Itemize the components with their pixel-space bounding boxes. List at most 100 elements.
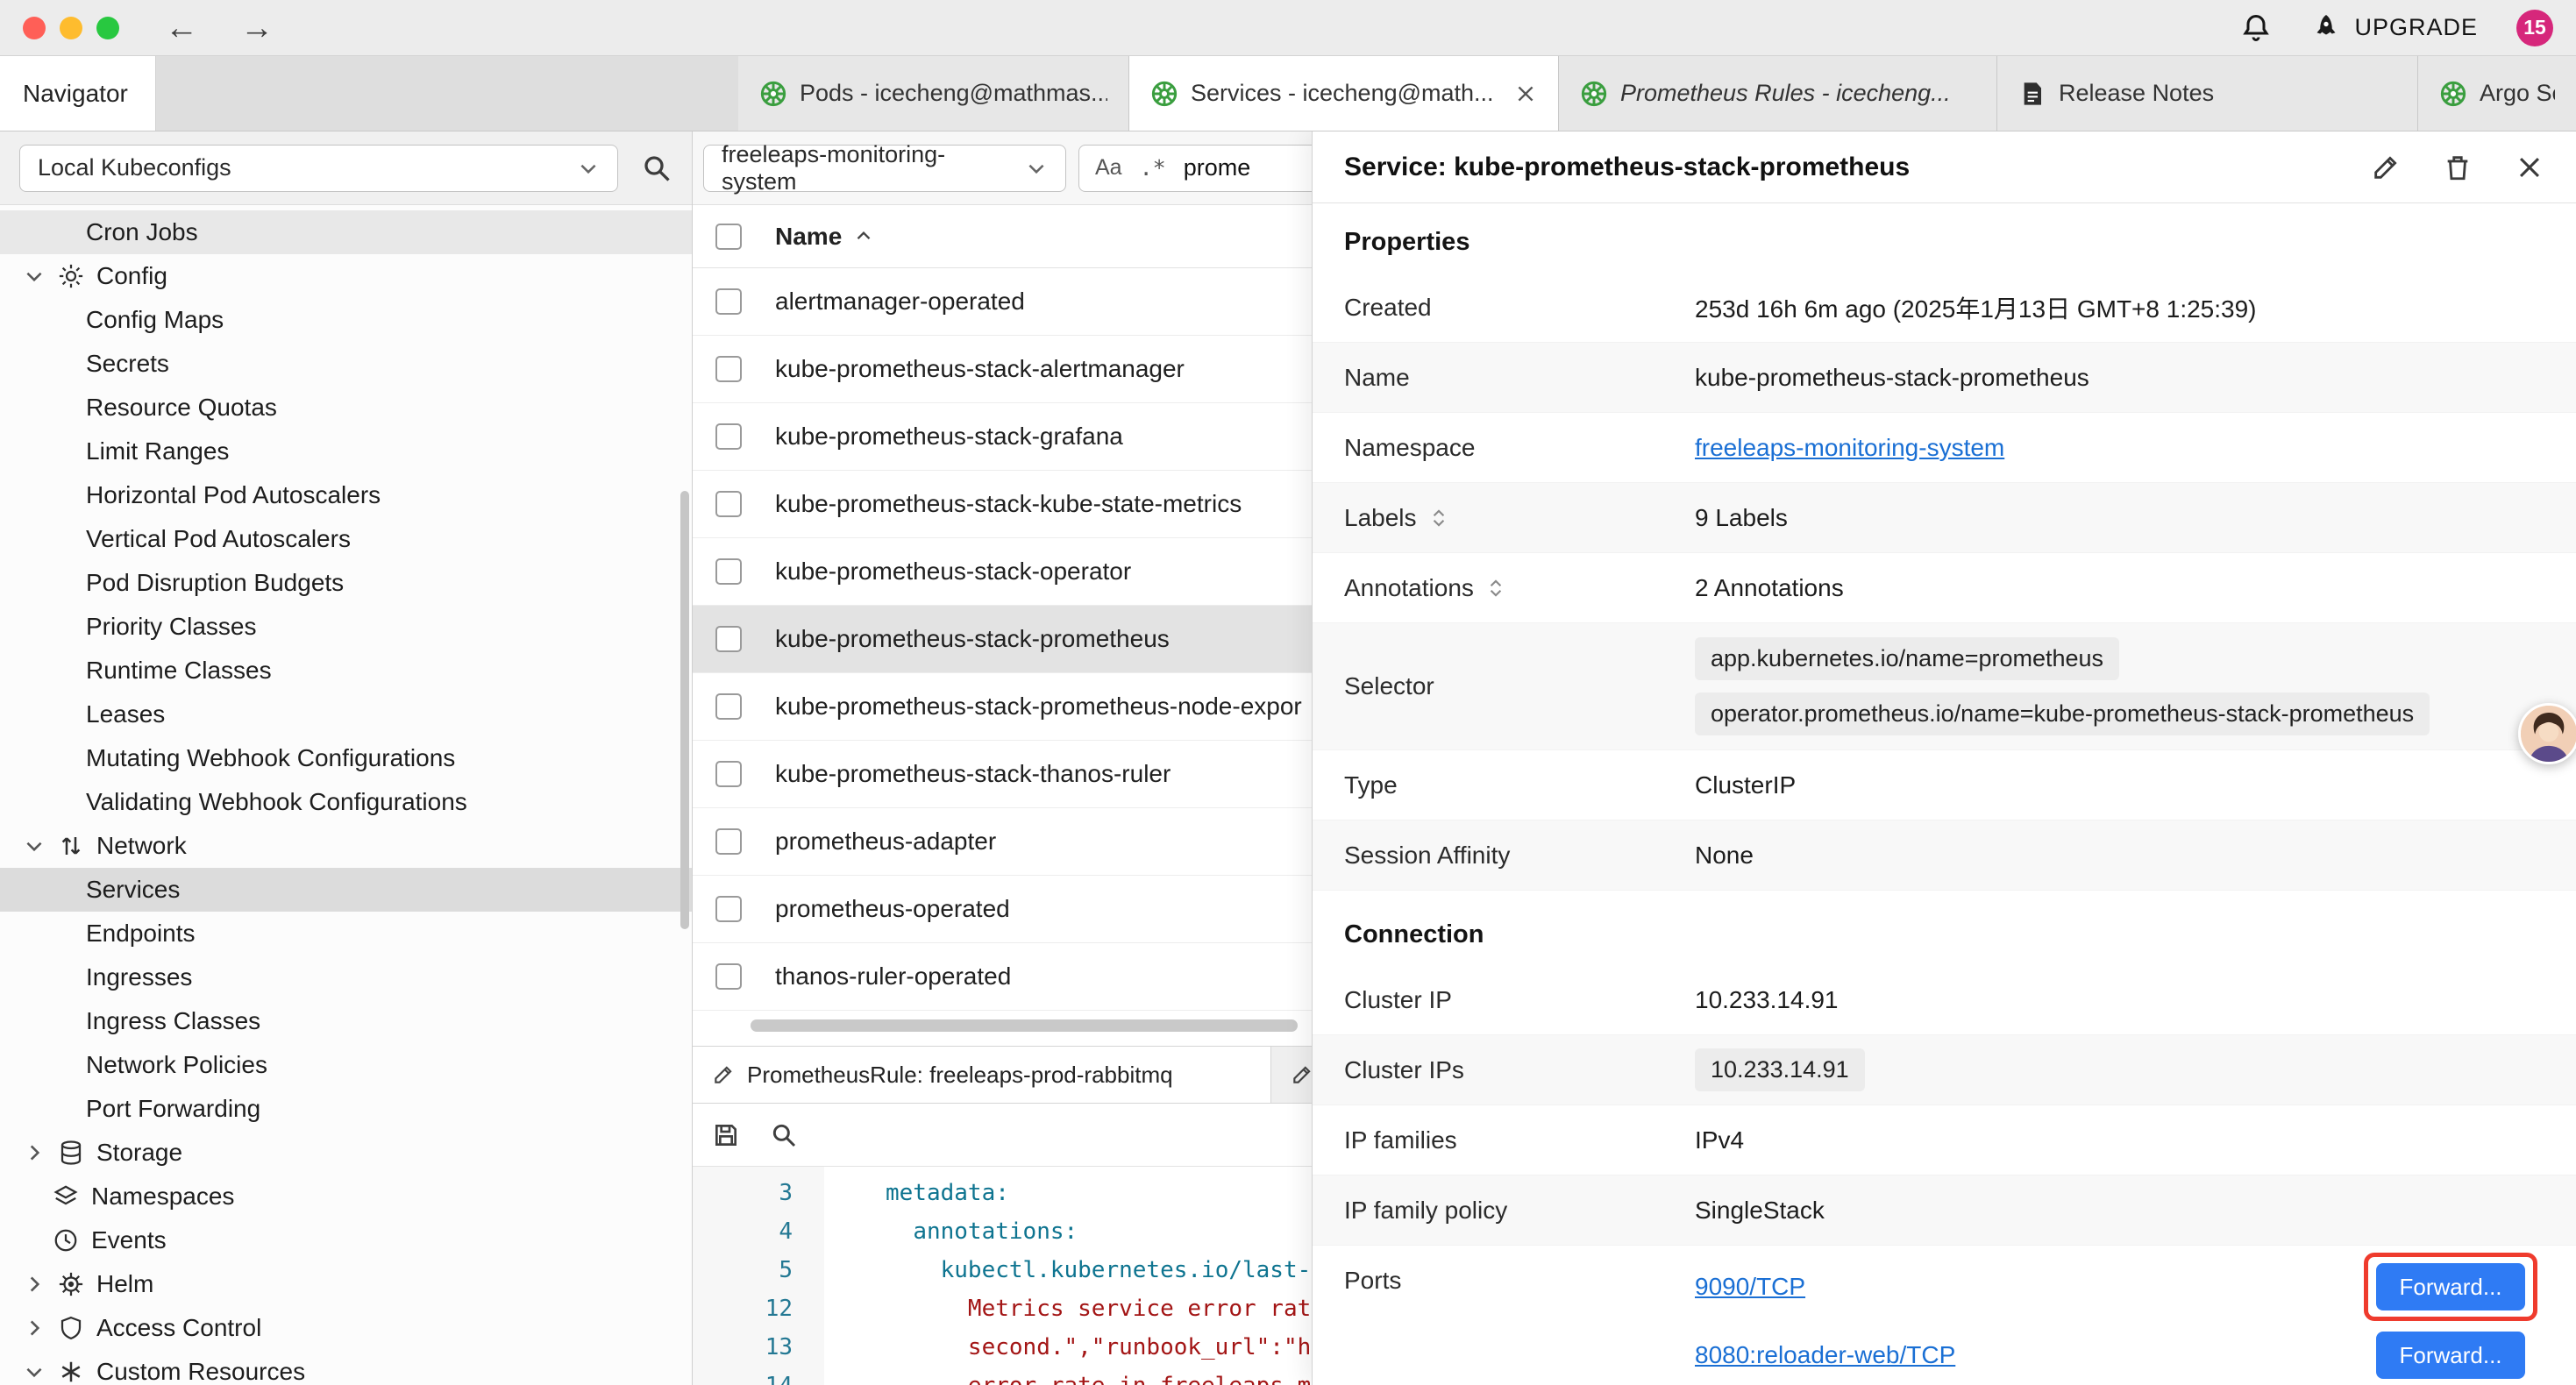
port-link[interactable]: 9090/TCP: [1695, 1273, 1805, 1301]
table-row-prometheus-operated[interactable]: prometheus-operated: [693, 876, 1312, 943]
tab-pods-icecheng-mathmas[interactable]: Pods - icecheng@mathmas...: [738, 56, 1129, 131]
chevron-right-icon[interactable]: [23, 1273, 46, 1296]
row-checkbox[interactable]: [715, 356, 742, 382]
sidebar-item-vertical-pod-autoscalers[interactable]: Vertical Pod Autoscalers: [0, 517, 692, 561]
row-checkbox[interactable]: [715, 828, 742, 855]
port-line: 9090/TCP Forward...: [1695, 1253, 2544, 1321]
port-link[interactable]: 8080:reloader-web/TCP: [1695, 1341, 1955, 1369]
sidebar-item-resource-quotas[interactable]: Resource Quotas: [0, 386, 692, 430]
editor-toolbar: [693, 1104, 1312, 1167]
forward-button[interactable]: Forward...: [2376, 1263, 2525, 1310]
search-input[interactable]: Aa .* prome: [1078, 145, 1312, 192]
sidebar-item-limit-ranges[interactable]: Limit Ranges: [0, 430, 692, 473]
sidebar-item-runtime-classes[interactable]: Runtime Classes: [0, 649, 692, 692]
row-checkbox[interactable]: [715, 558, 742, 585]
notifications-bell-icon[interactable]: [2240, 12, 2272, 44]
sidebar-item-events[interactable]: Events: [0, 1218, 692, 1262]
name-column-header[interactable]: Name: [775, 223, 842, 251]
row-checkbox[interactable]: [715, 423, 742, 450]
row-checkbox[interactable]: [715, 288, 742, 315]
table-row-kube-prometheus-stack-prometheus[interactable]: kube-prometheus-stack-prometheus: [693, 606, 1312, 673]
horizontal-scrollbar[interactable]: [700, 1019, 1305, 1032]
chevron-down-icon[interactable]: [23, 265, 46, 288]
row-checkbox[interactable]: [715, 963, 742, 990]
chevron-down-icon[interactable]: [23, 1360, 46, 1383]
namespace-selector[interactable]: freeleaps-monitoring-system: [703, 145, 1066, 192]
forward-button[interactable]: Forward...: [2376, 1332, 2525, 1379]
close-window-button[interactable]: [23, 17, 46, 39]
sidebar-item-leases[interactable]: Leases: [0, 692, 692, 736]
tab-services-icecheng-math[interactable]: Services - icecheng@math...: [1129, 56, 1559, 131]
table-row-prometheus-adapter[interactable]: prometheus-adapter: [693, 808, 1312, 876]
table-row-kube-prometheus-stack-grafana[interactable]: kube-prometheus-stack-grafana: [693, 403, 1312, 471]
match-case-toggle[interactable]: Aa: [1095, 155, 1122, 181]
sidebar-item-services[interactable]: Services: [0, 868, 692, 912]
sidebar-item-validating-webhook-configurations[interactable]: Validating Webhook Configurations: [0, 780, 692, 824]
chevron-right-icon[interactable]: [23, 1141, 46, 1164]
table-row-kube-prometheus-stack-alertmanager[interactable]: kube-prometheus-stack-alertmanager: [693, 336, 1312, 403]
editor-tab-prometheusrule[interactable]: PrometheusRule: freeleaps-prod-rabbitmq: [693, 1047, 1271, 1103]
sidebar-item-helm[interactable]: Helm: [0, 1262, 692, 1306]
sort-ascending-icon[interactable]: [852, 225, 875, 248]
sidebar-item-network[interactable]: Network: [0, 824, 692, 868]
upgrade-button[interactable]: UPGRADE: [2310, 12, 2478, 44]
sidebar-item-pod-disruption-budgets[interactable]: Pod Disruption Budgets: [0, 561, 692, 605]
sidebar-item-port-forwarding[interactable]: Port Forwarding: [0, 1087, 692, 1131]
tab-argo-se[interactable]: Argo Se: [2418, 56, 2576, 131]
sort-up-down-icon[interactable]: [1427, 507, 1450, 529]
edit-icon[interactable]: [2371, 153, 2401, 182]
editor-tab-partial[interactable]: [1271, 1047, 1312, 1103]
sidebar-item-endpoints[interactable]: Endpoints: [0, 912, 692, 955]
sidebar-item-config-maps[interactable]: Config Maps: [0, 298, 692, 342]
sidebar-item-ingresses[interactable]: Ingresses: [0, 955, 692, 999]
editor-search-icon[interactable]: [770, 1121, 798, 1149]
back-icon[interactable]: ←: [165, 11, 198, 45]
sidebar-item-mutating-webhook-configurations[interactable]: Mutating Webhook Configurations: [0, 736, 692, 780]
select-all-checkbox[interactable]: [715, 224, 742, 250]
sidebar-item-custom-resources[interactable]: Custom Resources: [0, 1350, 692, 1385]
sidebar-item-config[interactable]: Config: [0, 254, 692, 298]
table-row-kube-prometheus-stack-prometheus-node-expor[interactable]: kube-prometheus-stack-prometheus-node-ex…: [693, 673, 1312, 741]
notification-count-badge[interactable]: 15: [2516, 10, 2553, 46]
sidebar-scrollbar[interactable]: [680, 491, 689, 929]
chevron-right-icon[interactable]: [23, 1317, 46, 1339]
table-row-kube-prometheus-stack-thanos-ruler[interactable]: kube-prometheus-stack-thanos-ruler: [693, 741, 1312, 808]
sidebar-item-priority-classes[interactable]: Priority Classes: [0, 605, 692, 649]
yaml-editor[interactable]: 345121314 metadata: annotations: kubectl…: [693, 1167, 1312, 1385]
sidebar-item-horizontal-pod-autoscalers[interactable]: Horizontal Pod Autoscalers: [0, 473, 692, 517]
forward-icon[interactable]: →: [240, 11, 274, 45]
regex-toggle[interactable]: .*: [1140, 155, 1166, 181]
tab-prometheus-rules-icecheng[interactable]: Prometheus Rules - icecheng...: [1559, 56, 1997, 131]
table-row-thanos-ruler-operated[interactable]: thanos-ruler-operated: [693, 943, 1312, 1011]
sidebar-item-secrets[interactable]: Secrets: [0, 342, 692, 386]
sidebar-item-namespaces[interactable]: Namespaces: [0, 1175, 692, 1218]
sidebar-item-storage[interactable]: Storage: [0, 1131, 692, 1175]
scrollbar-thumb[interactable]: [751, 1019, 1298, 1032]
row-checkbox[interactable]: [715, 491, 742, 517]
sidebar-item-access-control[interactable]: Access Control: [0, 1306, 692, 1350]
row-checkbox[interactable]: [715, 896, 742, 922]
delete-icon[interactable]: [2443, 153, 2473, 182]
tab-release-notes[interactable]: Release Notes: [1997, 56, 2418, 131]
navigator-tab[interactable]: Navigator: [0, 56, 156, 131]
namespace-link[interactable]: freeleaps-monitoring-system: [1695, 434, 2004, 461]
search-icon[interactable]: [641, 153, 672, 184]
row-checkbox[interactable]: [715, 693, 742, 720]
row-checkbox[interactable]: [715, 761, 742, 787]
table-row-kube-prometheus-stack-kube-state-metrics[interactable]: kube-prometheus-stack-kube-state-metrics: [693, 471, 1312, 538]
close-icon[interactable]: [2515, 153, 2544, 182]
sort-up-down-icon[interactable]: [1484, 577, 1507, 600]
row-checkbox[interactable]: [715, 626, 742, 652]
minimize-window-button[interactable]: [60, 17, 82, 39]
sidebar-item-network-policies[interactable]: Network Policies: [0, 1043, 692, 1087]
close-icon[interactable]: [1514, 82, 1537, 105]
sidebar-item-ingress-classes[interactable]: Ingress Classes: [0, 999, 692, 1043]
table-row-alertmanager-operated[interactable]: alertmanager-operated: [693, 268, 1312, 336]
kubeconfig-selector[interactable]: Local Kubeconfigs: [19, 145, 618, 192]
maximize-window-button[interactable]: [96, 17, 119, 39]
save-icon[interactable]: [712, 1121, 740, 1149]
sidebar-item-cron-jobs[interactable]: Cron Jobs: [0, 210, 692, 254]
avatar[interactable]: [2518, 703, 2576, 764]
chevron-down-icon[interactable]: [23, 835, 46, 857]
table-row-kube-prometheus-stack-operator[interactable]: kube-prometheus-stack-operator: [693, 538, 1312, 606]
